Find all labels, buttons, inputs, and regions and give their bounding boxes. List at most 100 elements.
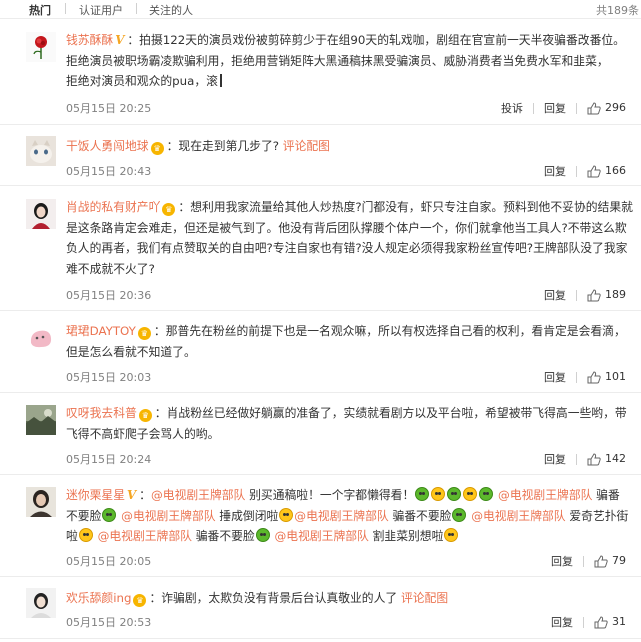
grin-emoji-icon [78,528,93,542]
reply-button[interactable]: 回复 [544,100,566,116]
avatar[interactable] [26,136,56,166]
reply-button[interactable]: 回复 [544,163,566,179]
mention-link[interactable]: @电视剧王牌部队 [151,488,245,502]
avatar[interactable] [26,32,56,62]
text-cursor [219,74,222,87]
username[interactable]: 珺珺DAYTOY [66,324,136,338]
action-divider [533,102,534,114]
comment-text: ：肖战粉丝已经做好躺赢的准备了，实绩就看剧方以及平台啦，希望被带飞得高一些哟，带 [154,406,627,420]
reply-button[interactable]: 回复 [544,287,566,303]
comment-actions: 回复 31 [551,614,626,630]
comment-actions: 投诉 回复 296 [501,100,626,116]
mention-link[interactable]: @电视剧王牌部队 [121,509,215,523]
thumbs-up-icon [587,289,601,302]
username[interactable]: 迷你栗星星 [66,488,125,502]
like-button[interactable]: 31 [594,615,626,629]
action-divider [576,371,577,383]
reply-button[interactable]: 回复 [551,614,573,630]
verified-icon: V [115,33,125,47]
like-button[interactable]: 79 [594,554,626,568]
comment-footer: 05月15日 20:05 回复 79 [66,553,638,569]
comment-actions: 回复 142 [544,451,626,467]
username[interactable]: 肖战的私有财产吖 [66,200,160,214]
username[interactable]: 钱苏酥酥 [66,33,113,47]
thumbs-up-icon [587,165,601,178]
reply-button[interactable]: 回复 [551,553,573,569]
divider [0,124,641,125]
divider [0,474,641,475]
comment-text: ：诈骗剧，太欺负没有背景后台认真敬业的人了 [149,591,398,605]
username[interactable]: 欢乐舔颜ing [66,591,131,605]
tab-hot[interactable]: 热门 [29,2,51,18]
tab-following[interactable]: 关注的人 [149,2,193,18]
action-divider [576,165,577,177]
mention-link[interactable]: @电视剧王牌部队 [274,529,368,543]
comment-time: 05月15日 20:36 [66,289,152,302]
divider [0,310,641,311]
comment-image-link[interactable]: 评论配图 [283,139,330,153]
comment-time: 05月15日 20:03 [66,371,152,384]
comment-text: 拒绝演员被职场霸凌欺骗利用，拒绝用营销矩阵大黑通稿抹黑受骗演员、威胁消费者当免费… [66,53,609,68]
comment-text: ：拍摄122天的演员戏份被剪碎剪少于在组90天的轧戏咖，剧组在官宣前一天半夜骗番… [127,33,625,47]
comment-text: ： [139,488,151,502]
comment-text: 不要脸 [219,529,255,543]
comment-text: 不要脸 [416,508,452,523]
like-button[interactable]: 189 [587,288,626,302]
mention-link[interactable]: @电视剧王牌部队 [471,509,565,523]
comment-image-link[interactable]: 评论配图 [401,591,448,605]
comment-content: 肖战的私有财产吖 ♛ ：想利用我家流量给其他人炒热度?门都没有，虾只专注自家。预料到… [66,197,638,279]
thumbs-up-icon [594,616,608,629]
avatar[interactable] [26,199,56,229]
comment-text: 但是怎么看就不知道了。 [66,344,196,359]
comment-actions: 回复 101 [544,369,626,385]
action-divider [583,555,584,567]
like-button[interactable]: 142 [587,452,626,466]
thumbs-up-icon [587,371,601,384]
mention-link[interactable]: @电视剧王牌部队 [294,509,388,523]
comment-filter-tabs: 热门 认证用户 关注的人 共189条 [0,0,641,18]
green-face-emoji-icon [415,487,430,501]
grin-emoji-icon [444,528,459,542]
comment-text: 骗番 [195,529,220,543]
thumbs-up-icon [587,102,601,115]
comment-time: 05月15日 20:53 [66,616,152,629]
green-face-emoji-icon [452,507,467,522]
comment-footer: 05月15日 20:24 回复 142 [66,451,638,467]
comment-text: 难不成就不火了? [66,261,155,276]
mention-link[interactable]: @电视剧王牌部队 [98,529,192,543]
avatar[interactable] [26,323,56,353]
comment-text: 不要脸 [66,508,102,523]
divider [0,638,641,639]
comment-actions: 回复 166 [544,163,626,179]
username[interactable]: 干饭人勇闯地球 [66,139,149,153]
comment-time: 05月15日 20:24 [66,453,152,466]
comment-content: 珺珺DAYTOY ♛ ：那普先在粉丝的前提下也是一名观众嘛，所以有权选择自己看的权利… [66,321,638,362]
action-divider [583,616,584,628]
mention-link[interactable]: @电视剧王牌部队 [498,488,592,502]
fan-crown-icon: ♛ [150,142,164,155]
comment-content: 迷你栗星星 V ：@电视剧王牌部队 别买通稿啦！一个字都懒得看！ @电视剧王牌部队 … [66,485,638,547]
action-divider [576,289,577,301]
comment-time: 05月15日 20:43 [66,165,152,178]
reply-button[interactable]: 回复 [544,451,566,467]
report-button[interactable]: 投诉 [501,100,523,116]
like-count: 166 [605,164,626,178]
like-button[interactable]: 101 [587,370,626,384]
like-button[interactable]: 296 [587,101,626,115]
avatar[interactable] [26,487,56,517]
comment-text: 啦 [66,529,78,543]
thumbs-up-icon [594,555,608,568]
verified-icon: V [127,488,137,502]
comment-actions: 回复 189 [544,287,626,303]
like-button[interactable]: 166 [587,164,626,178]
reply-button[interactable]: 回复 [544,369,566,385]
tab-verified-users[interactable]: 认证用户 [79,2,123,18]
comment-text: ：想利用我家流量给其他人炒热度?门都没有，虾只专注自家。预料到他不妥协的结果就 [178,200,633,214]
comment-text: 爱奇艺扑街 [569,508,629,523]
avatar[interactable] [26,588,56,618]
username[interactable]: 叹呀我去科普 [66,406,137,420]
grin-emoji-icon [463,487,478,501]
comment-content: 干饭人勇闯地球 ♛ ：现在走到第几步了? 评论配图 [66,136,638,157]
like-count: 31 [612,615,626,629]
avatar[interactable] [26,405,56,435]
